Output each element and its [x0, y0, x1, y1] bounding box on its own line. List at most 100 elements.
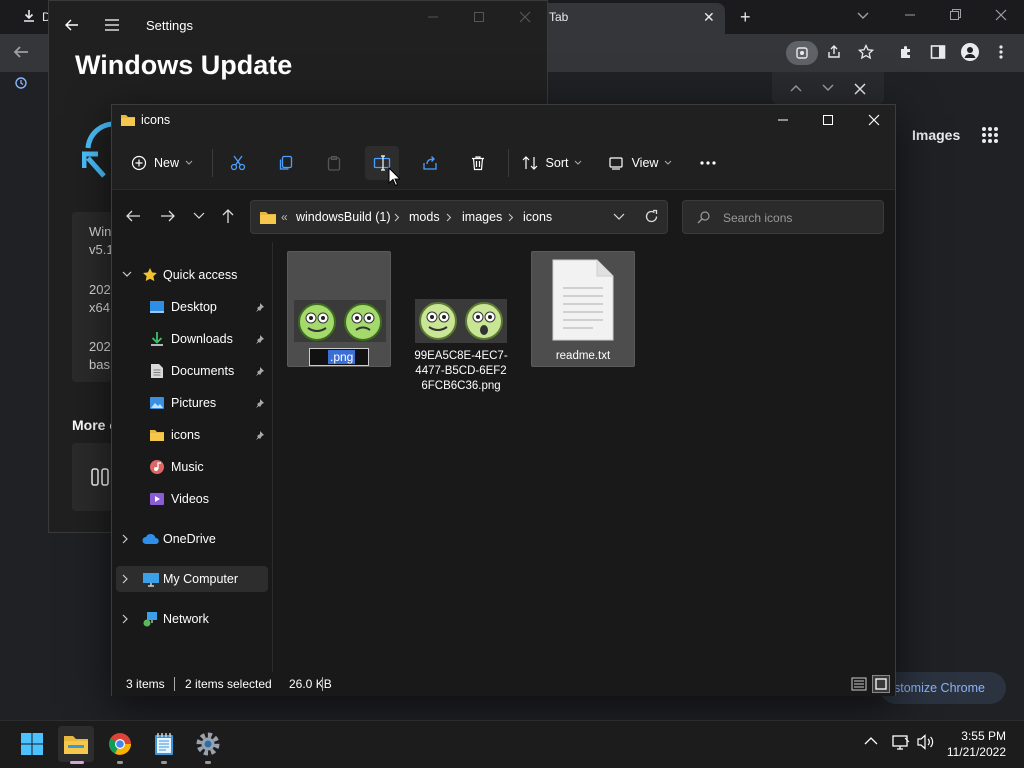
nav-onedrive[interactable]: OneDrive — [112, 526, 268, 552]
settings-menu-icon[interactable] — [104, 18, 120, 32]
explorer-close-icon[interactable] — [867, 113, 881, 127]
chrome-back-icon[interactable] — [12, 44, 30, 60]
nav-back-icon[interactable] — [125, 209, 141, 223]
nav-quick-access[interactable]: Quick access — [112, 262, 268, 288]
nav-videos[interactable]: Videos — [112, 486, 268, 512]
collapsed-chevron-icon[interactable] — [122, 534, 130, 544]
side-panel-icon[interactable] — [930, 44, 946, 60]
collapsed-chevron-icon[interactable] — [122, 614, 130, 624]
copy-button[interactable] — [269, 146, 303, 180]
taskbar-chrome[interactable] — [102, 726, 138, 762]
nav-desktop[interactable]: Desktop — [112, 294, 268, 320]
pin-icon — [256, 367, 264, 376]
breadcrumb-item[interactable]: mods — [409, 210, 440, 224]
volume-icon[interactable] — [917, 734, 935, 750]
chrome-close-icon[interactable] — [994, 8, 1008, 22]
expanded-chevron-icon[interactable] — [122, 271, 132, 279]
cloud-icon — [142, 533, 159, 544]
chrome-restore-icon[interactable] — [948, 8, 962, 22]
explorer-maximize-icon[interactable] — [821, 113, 835, 127]
find-close-icon[interactable] — [854, 83, 866, 95]
start-button[interactable] — [14, 726, 50, 762]
share-button[interactable] — [413, 146, 447, 180]
settings-back-icon[interactable] — [64, 17, 80, 33]
settings-heading: Windows Update — [75, 50, 293, 80]
nav-my-computer[interactable]: My Computer — [116, 566, 268, 592]
chrome-tab-label: Tab — [549, 10, 569, 24]
sort-chevron-down-icon — [575, 160, 582, 165]
settings-minimize-icon[interactable] — [426, 10, 440, 24]
nav-downloads[interactable]: Downloads — [112, 326, 268, 352]
taskbar-settings[interactable] — [190, 726, 226, 762]
tab-close-icon[interactable]: ✕ — [703, 9, 715, 26]
extensions-icon[interactable] — [898, 44, 914, 60]
address-history-chevron-icon[interactable] — [613, 213, 625, 221]
network-icon — [143, 612, 157, 627]
share-icon[interactable] — [826, 44, 842, 60]
chrome-minimize-icon[interactable] — [903, 8, 917, 22]
breadcrumb-item[interactable]: icons — [523, 210, 552, 224]
file-item-readme[interactable]: readme.txt — [531, 251, 635, 367]
notepad-icon — [155, 733, 173, 755]
clock-time[interactable]: 3:55 PM — [950, 729, 1006, 743]
nav-documents[interactable]: Documents — [112, 358, 268, 384]
search-box[interactable]: Search icons — [682, 200, 884, 234]
status-size: 26.0 KB — [289, 677, 332, 691]
nav-forward-icon[interactable] — [160, 209, 176, 223]
new-tab-icon[interactable]: + — [740, 7, 751, 28]
nav-music[interactable]: Music — [112, 454, 268, 480]
lens-search-icon[interactable] — [786, 41, 818, 65]
nav-label: Desktop — [171, 300, 217, 314]
explorer-minimize-icon[interactable] — [776, 113, 790, 127]
address-overflow[interactable]: « — [281, 210, 288, 224]
pin-icon — [256, 335, 264, 344]
network-tray-icon[interactable] — [892, 734, 910, 750]
file-item-guid-png[interactable]: 99EA5C8E-4EC7- 4477-B5CD-6EF2 6FCB6C36.p… — [411, 251, 515, 397]
details-view-icon[interactable] — [850, 675, 868, 693]
nav-network[interactable]: Network — [112, 606, 268, 632]
large-icons-view-icon[interactable] — [872, 675, 890, 693]
settings-maximize-icon[interactable] — [472, 10, 486, 24]
rename-input-value: .png — [328, 350, 356, 364]
clock-date[interactable]: 11/21/2022 — [944, 745, 1006, 759]
taskbar-notepad[interactable] — [146, 726, 182, 762]
breadcrumb-item[interactable]: images — [462, 210, 502, 224]
refresh-icon[interactable] — [644, 209, 659, 224]
pane-divider[interactable] — [272, 242, 273, 672]
history-icon[interactable] — [14, 76, 28, 90]
nav-up-icon[interactable] — [221, 208, 235, 224]
collapsed-chevron-icon[interactable] — [122, 574, 130, 584]
nav-label: OneDrive — [163, 532, 216, 546]
images-link[interactable]: Images — [912, 127, 960, 143]
taskbar-file-explorer[interactable] — [58, 726, 94, 762]
cut-button[interactable] — [221, 146, 255, 180]
update-line: Win — [89, 224, 112, 239]
new-button[interactable]: New — [126, 146, 198, 180]
recent-locations-chevron-icon[interactable] — [193, 212, 205, 220]
settings-close-icon[interactable] — [518, 10, 532, 24]
show-hidden-icons-chevron-icon[interactable] — [864, 736, 878, 746]
download-icon[interactable] — [22, 9, 36, 23]
search-icon — [697, 211, 710, 224]
nav-label: Network — [163, 612, 209, 626]
sort-button[interactable]: Sort — [514, 146, 590, 180]
apps-grid-icon[interactable] — [981, 126, 999, 144]
tab-search-chevron-icon[interactable] — [856, 8, 870, 22]
breadcrumb-item[interactable]: windowsBuild (1) — [296, 210, 390, 224]
see-more-button[interactable] — [691, 146, 725, 180]
chrome-menu-icon[interactable] — [998, 44, 1004, 60]
nav-icons-folder[interactable]: icons — [112, 422, 268, 448]
delete-button[interactable] — [461, 146, 495, 180]
address-bar[interactable]: « windowsBuild (1) mods images icons — [250, 200, 668, 234]
paste-button[interactable] — [317, 146, 351, 180]
share-arrow-icon — [423, 156, 437, 170]
folder-icon — [150, 430, 164, 441]
running-indicator — [117, 761, 123, 764]
pin-icon — [256, 431, 264, 440]
find-prev-icon[interactable] — [790, 83, 802, 93]
bookmark-star-icon[interactable] — [858, 44, 874, 60]
view-button[interactable]: View — [604, 146, 676, 180]
nav-pictures[interactable]: Pictures — [112, 390, 268, 416]
find-next-icon[interactable] — [822, 83, 834, 93]
profile-avatar-icon[interactable] — [961, 43, 979, 61]
